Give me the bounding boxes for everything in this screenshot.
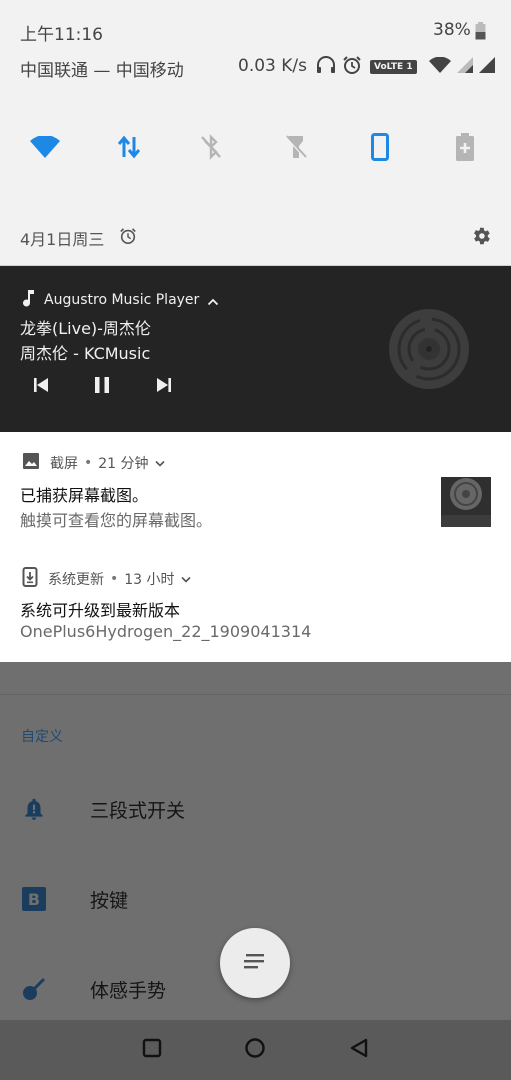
notif-body: 触摸可查看您的屏幕截图。: [20, 511, 213, 530]
quick-settings-panel: 上午11:16 38% 中国联通 — 中国移动 0.03 K/s VoLTE 1: [0, 0, 511, 266]
screenshot-notif-header[interactable]: 截屏 • 21 分钟: [22, 452, 165, 474]
notif-app-name: 截屏: [50, 456, 78, 472]
qs-tile-mobile-data[interactable]: [108, 128, 150, 170]
pause-button[interactable]: [87, 373, 117, 401]
flashlight-off-icon: [284, 134, 308, 164]
qs-tile-screen[interactable]: [359, 128, 401, 170]
next-track-button[interactable]: [149, 373, 179, 401]
bell-icon: [21, 796, 47, 822]
system-update-icon: [22, 567, 38, 591]
key-b-icon: B: [21, 886, 47, 912]
separator-dot: •: [110, 571, 119, 587]
media-track-artist: 周杰伦 - KCMusic: [20, 344, 151, 363]
image-icon: [22, 452, 40, 474]
battery-percent: 38%: [433, 20, 471, 40]
notif-title[interactable]: 已捕获屏幕截图。: [20, 482, 148, 506]
home-button[interactable]: [239, 1034, 271, 1066]
carrier-label: 中国联通 — 中国移动: [20, 61, 184, 81]
settings-item-buttons[interactable]: B 按键: [0, 870, 511, 930]
notif-app-name: 系统更新: [48, 572, 104, 588]
settings-item-label: 按键: [90, 890, 129, 912]
system-update-notif-header[interactable]: 系统更新 • 13 小时: [22, 567, 191, 591]
status-icons: VoLTE 1: [316, 55, 495, 79]
pause-icon: [94, 376, 110, 398]
chevron-down-icon: [154, 455, 165, 471]
back-triangle-icon: [348, 1037, 370, 1063]
settings-gear-icon[interactable]: [470, 225, 492, 251]
media-track-title: 龙拳(Live)-周杰伦: [20, 319, 151, 338]
wifi-signal-icon: [428, 56, 451, 77]
bluetooth-off-icon: [199, 134, 223, 164]
notif-time: 21 分钟: [98, 456, 149, 472]
battery-icon: [475, 22, 486, 44]
separator-dot: •: [84, 455, 93, 471]
notif-title[interactable]: 系统可升级到最新版本: [20, 597, 180, 621]
mobile-data-icon: [117, 135, 141, 163]
settings-item-alert-slider[interactable]: 三段式开关: [0, 780, 511, 840]
recents-button[interactable]: [136, 1034, 168, 1066]
phone-icon: [371, 133, 389, 165]
skip-previous-icon: [33, 377, 49, 397]
previous-track-button[interactable]: [26, 373, 56, 401]
screenshot-thumbnail[interactable]: [441, 477, 491, 527]
qs-tile-flashlight[interactable]: [275, 128, 317, 170]
headphones-icon: [316, 56, 336, 78]
volte-badge: VoLTE 1: [370, 60, 417, 74]
gesture-icon: [21, 976, 47, 1002]
alarm-icon: [342, 55, 362, 79]
cell-signal-1-icon: [456, 57, 473, 77]
wifi-icon: [30, 135, 60, 162]
notif-time: 13 小时: [124, 572, 175, 588]
circle-icon: [244, 1037, 266, 1063]
alarm-clock-icon[interactable]: [119, 227, 137, 249]
back-button[interactable]: [343, 1034, 375, 1066]
media-app-name: Augustro Music Player: [44, 292, 200, 308]
chevron-down-icon: [180, 571, 191, 587]
music-note-icon: [22, 289, 36, 311]
notes-fab-button[interactable]: [220, 928, 290, 998]
navigation-bar: [0, 1020, 511, 1080]
settings-item-label: 三段式开关: [90, 800, 186, 822]
notif-body: OnePlus6Hydrogen_22_1909041314: [20, 622, 312, 641]
divider: [0, 694, 511, 695]
square-icon: [142, 1038, 162, 1062]
skip-next-icon: [156, 377, 172, 397]
battery-saver-icon: [456, 133, 474, 165]
qs-tile-bluetooth[interactable]: [190, 128, 232, 170]
network-speed: 0.03 K/s: [238, 56, 307, 76]
quick-tiles-row: [0, 128, 511, 170]
status-time: 上午11:16: [20, 25, 103, 45]
chevron-up-icon: [207, 291, 219, 310]
section-header: 自定义: [21, 729, 63, 745]
lines-icon: [244, 953, 266, 973]
key-letter: B: [28, 890, 40, 909]
qs-tile-battery-saver[interactable]: [444, 128, 486, 170]
date-label[interactable]: 4月1日周三: [20, 226, 104, 250]
cell-signal-2-icon: [478, 57, 495, 77]
media-app-header[interactable]: Augustro Music Player: [22, 289, 219, 311]
qs-tile-wifi[interactable]: [24, 128, 66, 170]
album-art-vinyl-icon: [388, 308, 470, 394]
settings-item-label: 体感手势: [90, 980, 167, 1002]
